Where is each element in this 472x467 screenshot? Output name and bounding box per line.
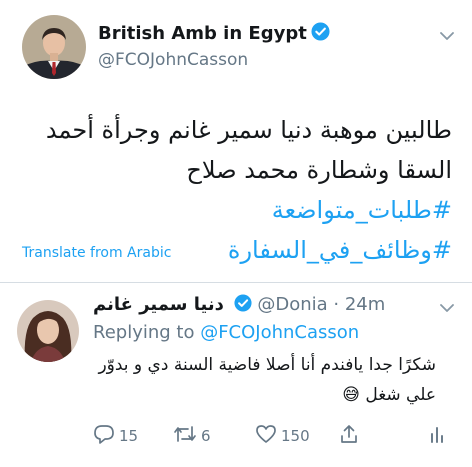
retweet-count: 6 <box>201 427 211 445</box>
author-name-text[interactable]: British Amb in Egypt <box>98 23 307 44</box>
hashtag-link[interactable]: #طلبات_متواضعة <box>272 196 452 224</box>
reply-header: دنيا سمير غانم @Donia · 24m <box>93 294 385 317</box>
reply-count: 15 <box>119 427 139 445</box>
heart-icon <box>255 424 281 448</box>
like-count: 150 <box>281 427 310 445</box>
meta-separator: · <box>327 294 345 315</box>
tweet-actions: 15 6 150 <box>93 424 453 448</box>
like-action[interactable]: 150 <box>255 424 310 448</box>
reply-action[interactable]: 15 <box>93 424 138 448</box>
replying-to-label: Replying to <box>93 322 201 343</box>
share-action[interactable] <box>339 424 363 448</box>
retweet-action[interactable]: 6 <box>173 424 211 448</box>
reply-author-handle[interactable]: @Donia <box>257 294 327 315</box>
reply-text-line: علي شغل 😅 <box>342 385 436 405</box>
reply-icon <box>93 424 119 448</box>
reply-text: شكرًا جدا يافندم أنا أصلا فاضية السنة دي… <box>93 350 436 410</box>
retweet-icon <box>173 424 201 448</box>
analytics-icon <box>429 424 449 448</box>
hashtag-link[interactable]: #وظائف_في_السفارة <box>228 236 452 264</box>
verified-badge-icon <box>234 294 252 317</box>
tweet-text-line: طالبين موهبة دنيا سمير غانم وجرأة أحمد <box>45 116 452 144</box>
analytics-action[interactable] <box>429 424 449 448</box>
tweet-text-line: السقا وشطارة محمد صلاح #طلبات_متواضعة <box>18 150 452 230</box>
reply-author-name[interactable]: دنيا سمير غانم <box>93 294 224 315</box>
replying-to: Replying to @FCOJohnCasson <box>93 322 359 343</box>
replying-to-mention[interactable]: @FCOJohnCasson <box>200 322 359 343</box>
reply-timestamp[interactable]: 24m <box>345 294 385 315</box>
reply-tweet[interactable]: دنيا سمير غانم @Donia · 24m Replying to … <box>0 284 472 467</box>
verified-badge-icon <box>311 22 330 46</box>
author-name[interactable]: British Amb in Egypt <box>98 22 330 46</box>
author-avatar[interactable] <box>22 15 86 79</box>
share-icon <box>339 424 363 448</box>
tweet-text-fragment: السقا وشطارة محمد صلاح <box>186 156 452 184</box>
chevron-down-icon[interactable] <box>440 26 454 45</box>
chevron-down-icon[interactable] <box>440 298 454 317</box>
translate-link[interactable]: Translate from Arabic <box>22 245 171 261</box>
reply-text-line: شكرًا جدا يافندم أنا أصلا فاضية السنة دي… <box>98 355 436 375</box>
reply-author-avatar[interactable] <box>17 300 79 362</box>
main-tweet[interactable]: British Amb in Egypt @FCOJohnCasson طالب… <box>0 0 472 283</box>
author-handle[interactable]: @FCOJohnCasson <box>98 50 248 70</box>
